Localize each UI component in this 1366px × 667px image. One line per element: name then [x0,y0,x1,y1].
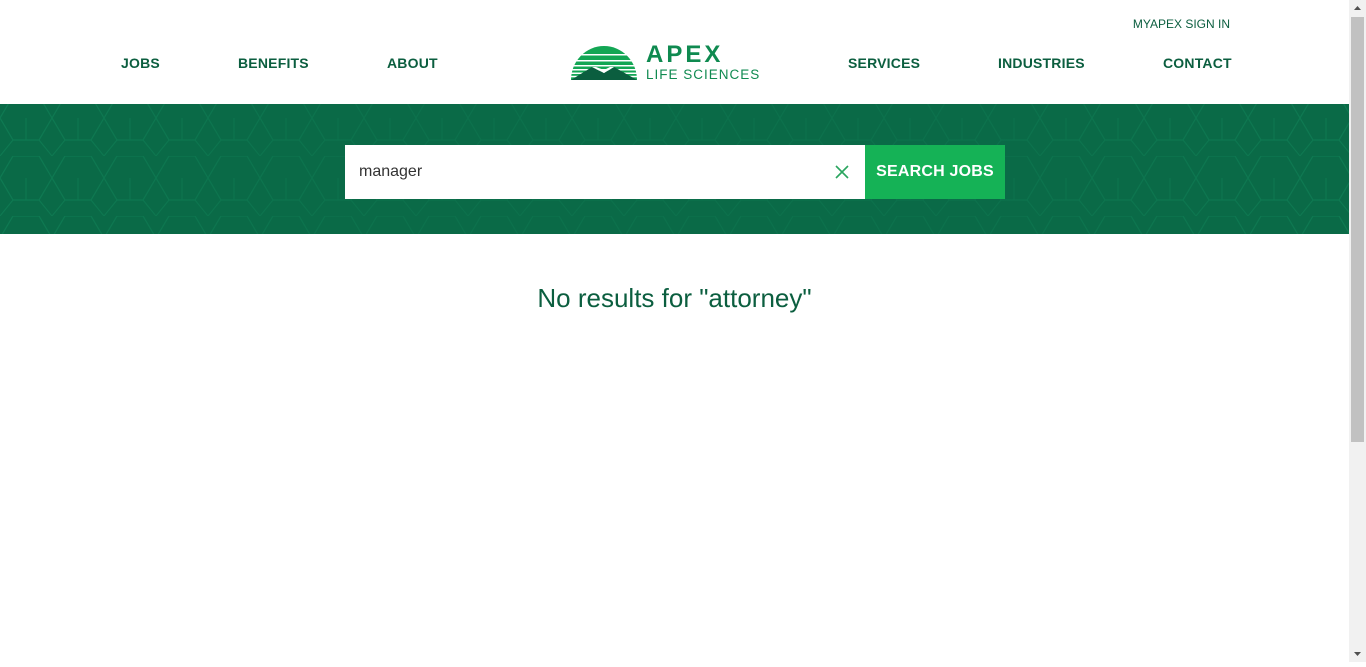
site-header: MYAPEX SIGN IN JOBS BENEFITS ABOUT APEX … [0,0,1349,104]
nav-industries[interactable]: INDUSTRIES [998,55,1085,71]
job-search-input[interactable] [345,145,815,199]
nav-services[interactable]: SERVICES [848,55,920,71]
myapex-sign-in-link[interactable]: MYAPEX SIGN IN [1133,17,1230,31]
no-results-message: No results for "attorney" [537,283,812,313]
search-hero-banner: SEARCH JOBS [0,104,1349,234]
logo-wordmark: APEX [646,41,724,68]
nav-benefits[interactable]: BENEFITS [238,55,309,71]
search-field-container [345,145,865,199]
page-scrollbar[interactable] [1349,0,1366,662]
scrollbar-thumb[interactable] [1351,17,1364,442]
clear-search-button[interactable] [833,163,851,181]
close-icon [835,165,849,179]
nav-contact[interactable]: CONTACT [1163,55,1232,71]
chevron-down-icon [1354,652,1361,656]
apex-logo-mark-icon [571,46,637,80]
page: MYAPEX SIGN IN JOBS BENEFITS ABOUT APEX … [0,0,1349,662]
logo-tagline: LIFE SCIENCES [646,67,761,82]
scroll-up-button[interactable] [1349,0,1366,17]
nav-jobs[interactable]: JOBS [121,55,160,71]
nav-about[interactable]: ABOUT [387,55,438,71]
apex-logo[interactable]: APEX LIFE SCIENCES [570,41,782,83]
chevron-up-icon [1354,6,1361,10]
scroll-down-button[interactable] [1349,645,1366,662]
search-jobs-button[interactable]: SEARCH JOBS [865,145,1005,199]
